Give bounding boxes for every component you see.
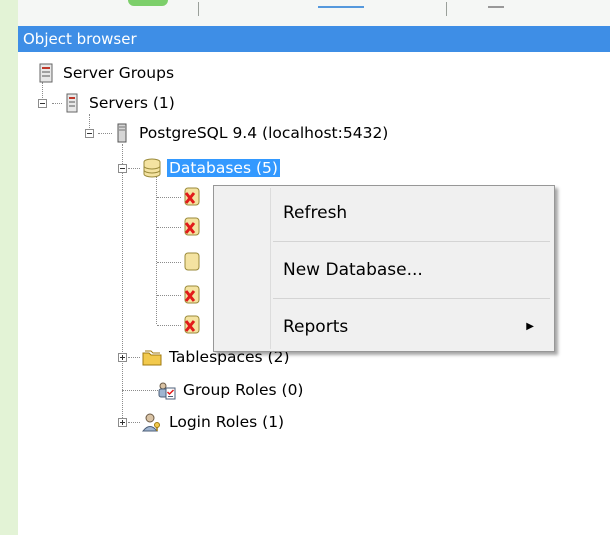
tree-line [122,390,158,391]
chevron-right-icon: ▶ [526,321,534,332]
tree-node-login-roles[interactable]: Login Roles (1) [142,411,284,433]
server-icon [66,93,78,113]
toolbar-separator [446,2,447,16]
toolbar-mark [488,6,504,8]
panel-title: Object browser [18,26,610,52]
tree-node-group-roles[interactable]: Group Roles (0) [156,379,303,401]
tree-line [157,197,181,198]
database-disconnected-icon[interactable] [182,315,202,335]
tree-line [157,227,181,228]
tree-node-label: Group Roles (0) [183,381,304,399]
tree-node-servers[interactable]: Servers (1) [62,92,175,114]
menu-item-label: Reports [283,317,349,337]
tree-line [157,325,181,326]
tree-line [128,422,140,423]
menu-separator [273,298,550,299]
menu-item-new-database[interactable]: New Database... [214,248,554,292]
tree-line [98,133,112,134]
tree-node-label: Login Roles (1) [169,413,285,431]
tree-line [157,295,181,296]
tree-line [52,103,62,104]
expand-icon[interactable] [118,418,127,427]
postgres-server-icon [117,123,127,143]
toolbar-separator [198,2,199,16]
expand-icon[interactable] [118,353,127,362]
tree-node-label: Server Groups [63,64,175,82]
tree-node-server-groups[interactable]: Server Groups [36,62,174,84]
tree-line [157,262,181,263]
database-disconnected-icon[interactable] [182,217,202,237]
tree-node-label: Databases (5) [167,159,280,177]
collapse-icon[interactable] [118,164,127,173]
tree-node-databases[interactable]: Databases (5) [142,157,280,179]
toolbar-mark [128,0,168,6]
databases-icon [143,158,161,178]
menu-item-label: Refresh [283,203,348,223]
menu-item-label: New Database... [283,260,423,280]
database-disconnected-icon[interactable] [182,285,202,305]
tree-node-postgresql[interactable]: PostgreSQL 9.4 (localhost:5432) [112,122,388,144]
tree-node-label: Servers (1) [89,94,175,112]
tree-line [128,357,140,358]
toolbar-mark [318,6,364,8]
tree-node-label: PostgreSQL 9.4 (localhost:5432) [139,124,389,142]
collapse-icon[interactable] [85,129,94,138]
tree-line [128,168,140,169]
menu-item-reports[interactable]: Reports ▶ [214,305,554,349]
tablespaces-icon [142,350,162,366]
tree-line [156,176,157,324]
panel-title-label: Object browser [23,30,137,48]
server-group-icon [39,63,53,83]
tree-line [122,144,123,424]
login-roles-icon [142,413,160,432]
menu-item-refresh[interactable]: Refresh [214,191,554,235]
database-icon[interactable] [182,252,202,272]
toolbar-strip [18,0,610,27]
database-disconnected-icon[interactable] [182,187,202,207]
group-roles-icon [158,382,176,400]
collapse-icon[interactable] [38,99,47,108]
context-menu: Refresh New Database... Reports ▶ [213,185,555,352]
menu-separator [273,241,550,242]
